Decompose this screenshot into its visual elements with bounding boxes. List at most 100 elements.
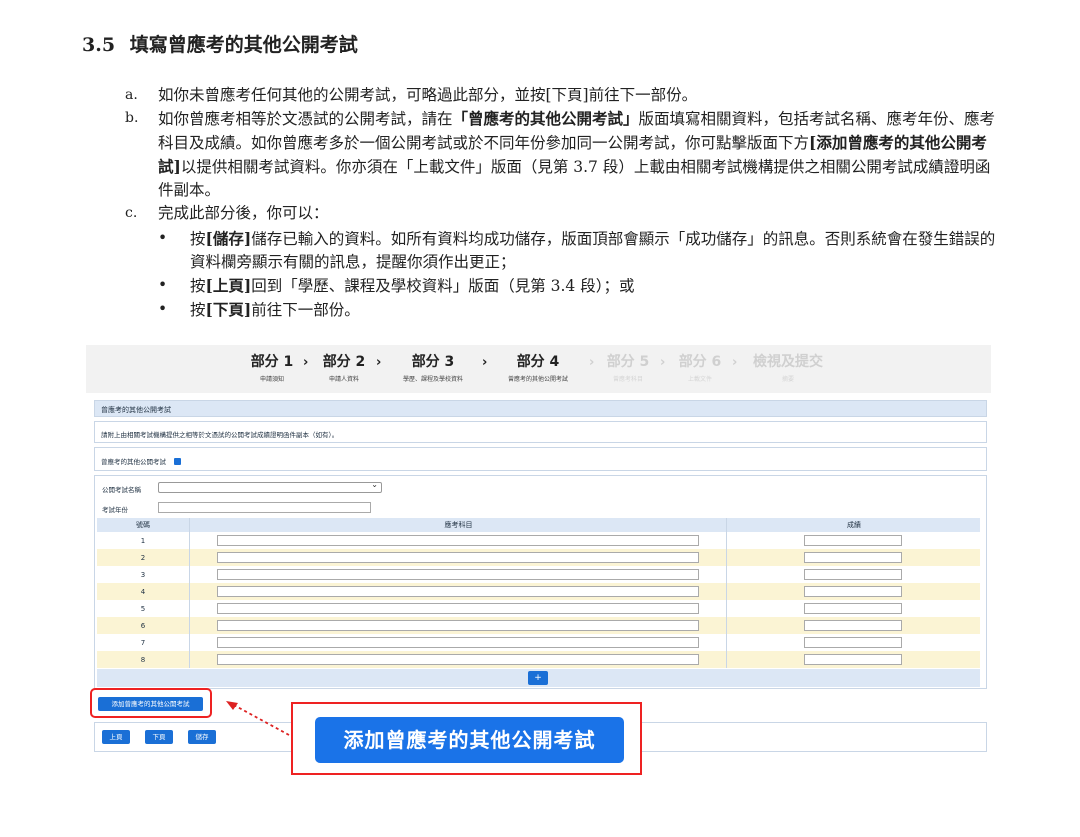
bullet-post: 回到「學歷、課程及學校資料」版面（見第 3.4 段）；或 — [251, 277, 635, 295]
step-title: 部分 2 — [322, 354, 366, 370]
list-item-a: a. 如你未曾應考任何其他的公開考試，可略過此部分，並按[下頁]前往下一部份。 — [125, 84, 1005, 107]
bullet-post: 前往下一部份。 — [251, 301, 360, 319]
step-title: 部分 3 — [411, 354, 455, 370]
step-4[interactable]: 部分 4 曾應考的其他公開考試 — [498, 351, 578, 383]
bullet-item: • 按[下頁]前往下一部份。 — [158, 298, 1005, 322]
subject-input[interactable] — [217, 637, 699, 648]
section-title: 填寫曾應考的其他公開考試 — [129, 34, 358, 56]
grade-input[interactable] — [804, 535, 902, 546]
step-title: 部分 1 — [250, 354, 294, 370]
grade-input[interactable] — [804, 654, 902, 665]
item-text: 完成此部分後，你可以： — [158, 204, 329, 222]
chevron-right-icon: › — [482, 355, 488, 370]
bullet-pre: 按 — [190, 277, 206, 295]
bullet-dot: • — [158, 276, 168, 294]
row-number: 5 — [140, 604, 146, 613]
item-text: 如你未曾應考任何其他的公開考試，可略過此部分，並按[下頁]前往下一部份。 — [158, 86, 698, 104]
save-button[interactable]: 儲存 — [188, 730, 216, 744]
bullet-bold: [上頁] — [205, 276, 252, 295]
step-6: 部分 6 上載文件 — [674, 351, 726, 383]
instruction-list: a. 如你未曾應考任何其他的公開考試，可略過此部分，並按[下頁]前往下一部份。 … — [125, 84, 1005, 322]
grade-input[interactable] — [804, 569, 902, 580]
table-row: 2 — [97, 549, 980, 566]
table-row: 8 — [97, 651, 980, 668]
item-text-post: 以提供相關考試資料。你亦須在「上載文件」版面（見第 3.7 段）上載由相關考試機… — [158, 158, 991, 199]
table-header: 號碼 應考科目 成績 — [97, 518, 980, 532]
subject-table: 號碼 應考科目 成績 1 2 3 4 5 6 7 8 — [97, 518, 980, 668]
table-row: 4 — [97, 583, 980, 600]
chevron-down-icon: ⌄ — [371, 480, 378, 489]
grade-input[interactable] — [804, 637, 902, 648]
exam-name-select[interactable]: ⌄ — [158, 480, 382, 493]
row-number: 4 — [140, 587, 146, 596]
step-1[interactable]: 部分 1 申請須知 — [246, 351, 298, 383]
bullet-post: 儲存已輸入的資料。如所有資料均成功儲存，版面頂部會顯示「成功儲存」的訊息。否則系… — [190, 230, 996, 271]
section-number: 3.5 — [82, 34, 116, 56]
col-subject-header: 應考科目 — [189, 518, 727, 532]
checked-checkbox[interactable] — [174, 458, 181, 465]
table-row: 3 — [97, 566, 980, 583]
callout-add-exam-button: 添加曾應考的其他公開考試 — [315, 717, 624, 763]
step-title: 檢視及提交 — [753, 354, 823, 370]
item-text-bold-panel: 「曾應考的其他公開考試」 — [452, 109, 639, 128]
callout-zoom-box: 添加曾應考的其他公開考試 — [291, 702, 642, 775]
add-row-button[interactable]: + — [528, 671, 548, 685]
grade-input[interactable] — [804, 620, 902, 631]
col-no-header: 號碼 — [136, 521, 150, 529]
table-row: 7 — [97, 634, 980, 651]
bullet-pre: 按 — [190, 230, 206, 248]
bullet-bold: [儲存] — [205, 229, 252, 248]
step-title: 部分 6 — [678, 354, 722, 370]
list-item-c: c. 完成此部分後，你可以： — [125, 202, 1005, 225]
prev-button[interactable]: 上頁 — [102, 730, 130, 744]
next-button[interactable]: 下頁 — [145, 730, 173, 744]
chevron-right-icon: › — [589, 355, 595, 370]
step-review: 檢視及提交 摘要 — [748, 351, 828, 383]
form-screenshot: 部分 1 申請須知 › 部分 2 申請人資料 › 部分 3 學歷、課程及學校資料 › … — [86, 345, 991, 775]
subject-input[interactable] — [217, 535, 699, 546]
item-text: 如你曾應考相等於文憑試的公開考試，請在「曾應考的其他公開考試」版面填寫相關資料，… — [158, 107, 1005, 202]
row-number: 3 — [140, 570, 146, 579]
step-title: 部分 4 — [516, 354, 560, 370]
bullet-dot: • — [158, 229, 168, 247]
chevron-right-icon: › — [732, 355, 738, 370]
panel-title: 曾應考的其他公開考試 — [94, 400, 987, 417]
table-row: 5 — [97, 600, 980, 617]
checkbox-row: 曾應考的其他公開考試 — [94, 447, 987, 471]
subject-input[interactable] — [217, 586, 699, 597]
subject-input[interactable] — [217, 603, 699, 614]
subject-input[interactable] — [217, 569, 699, 580]
upload-note: 請附上由相關考試機構提供之相等於文憑試的公開考試成績證明函件副本（如有）。 — [94, 421, 987, 443]
row-number: 7 — [140, 638, 146, 647]
subject-input[interactable] — [217, 654, 699, 665]
table-row: 6 — [97, 617, 980, 634]
bullet-list: • 按[儲存]儲存已輸入的資料。如所有資料均成功儲存，版面頂部會顯示「成功儲存」的… — [158, 227, 1005, 322]
step-2[interactable]: 部分 2 申請人資料 — [318, 351, 370, 383]
step-sub: 曾應考科目 — [612, 376, 643, 383]
step-3[interactable]: 部分 3 學歷、課程及學校資料 — [394, 351, 472, 383]
grade-input[interactable] — [804, 552, 902, 563]
step-sub: 曾應考的其他公開考試 — [507, 376, 568, 383]
grade-input[interactable] — [804, 603, 902, 614]
item-mark: a. — [125, 87, 138, 103]
step-sub: 申請人資料 — [328, 376, 359, 383]
list-item-b: b. 如你曾應考相等於文憑試的公開考試，請在「曾應考的其他公開考試」版面填寫相關… — [125, 107, 1005, 202]
subject-input[interactable] — [217, 620, 699, 631]
exam-year-label: 考試年份 — [102, 506, 128, 514]
step-5: 部分 5 曾應考科目 — [602, 351, 654, 383]
exam-year-input[interactable] — [158, 502, 371, 513]
section-heading: 3.5 填寫曾應考的其他公開考試 — [82, 30, 358, 57]
col-grade-header: 成績 — [726, 518, 981, 532]
grade-input[interactable] — [804, 586, 902, 597]
step-title: 部分 5 — [606, 354, 650, 370]
bullet-item: • 按[上頁]回到「學歷、課程及學校資料」版面（見第 3.4 段）；或 — [158, 274, 1005, 298]
table-row: 1 — [97, 532, 980, 549]
chevron-right-icon: › — [303, 355, 309, 370]
row-number: 6 — [140, 621, 146, 630]
step-sub: 申請須知 — [259, 376, 284, 383]
subject-input[interactable] — [217, 552, 699, 563]
add-row-bar: + — [97, 669, 980, 687]
highlight-box — [90, 688, 212, 718]
callout-arrow-icon — [226, 701, 290, 736]
exam-name-label: 公開考試名稱 — [102, 486, 141, 494]
